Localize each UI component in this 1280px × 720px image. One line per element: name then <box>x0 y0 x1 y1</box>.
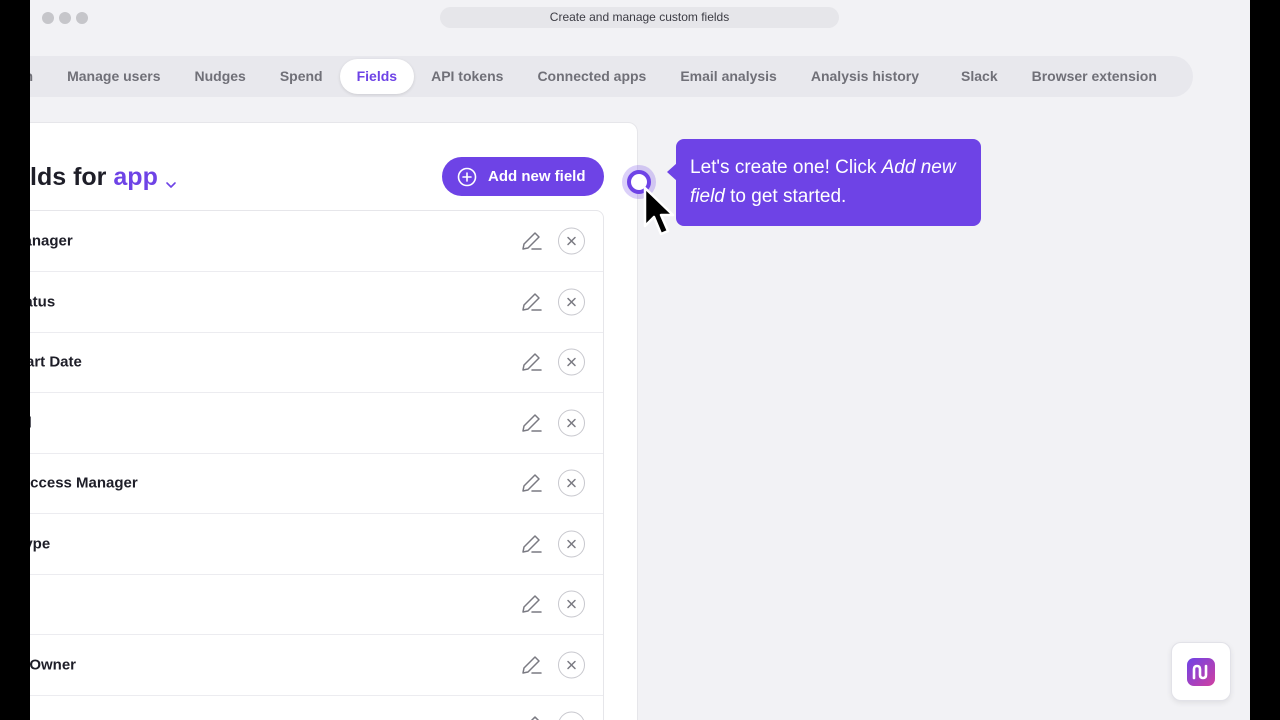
tab-analysis-history[interactable]: Analysis history <box>794 59 936 94</box>
field-name: nt Owner <box>30 656 77 673</box>
tab-email-analysis[interactable]: Email analysis <box>663 59 794 94</box>
address-bar[interactable]: Create and manage custom fields <box>440 7 839 28</box>
tab-browser-extension[interactable]: Browser extension <box>1015 59 1174 94</box>
pencil-icon[interactable] <box>519 471 543 495</box>
field-row: _type <box>30 514 603 575</box>
app-window: Create and manage custom fields on Manag… <box>30 0 1250 720</box>
tab-nudges[interactable]: Nudges <box>177 59 262 94</box>
field-row: nt <box>30 574 603 635</box>
close-icon[interactable] <box>558 469 585 497</box>
add-new-field-label: Add new field <box>488 168 586 185</box>
close-icon[interactable] <box>558 530 585 557</box>
page-title-prefix: lds for <box>30 162 107 191</box>
field-name: status <box>30 293 56 310</box>
close-icon[interactable] <box>558 288 585 315</box>
tooltip-text-1: Let's create one! Click <box>690 157 882 178</box>
pencil-icon[interactable] <box>519 653 543 677</box>
add-new-field-button[interactable]: Add new field <box>442 157 604 196</box>
pencil-icon[interactable] <box>519 532 543 556</box>
field-row: Success Manager <box>30 453 603 514</box>
help-launcher-button[interactable] <box>1171 642 1231 701</box>
field-name: Start Date <box>30 353 82 371</box>
entity-selector[interactable]: app <box>113 163 157 192</box>
zoom-window-dot[interactable] <box>76 12 88 24</box>
pencil-icon[interactable] <box>519 229 543 253</box>
pencil-icon[interactable] <box>519 290 543 314</box>
tab-truncated[interactable]: on <box>30 59 50 94</box>
onboarding-tooltip: Let's create one! Click Add new field to… <box>667 139 981 226</box>
tab-api-tokens[interactable]: API tokens <box>414 59 520 94</box>
field-name: Manager <box>30 232 73 250</box>
pencil-icon[interactable] <box>519 350 543 374</box>
close-icon[interactable] <box>558 711 585 720</box>
tab-manage-users[interactable]: Manage users <box>50 59 177 94</box>
close-icon[interactable] <box>558 651 585 678</box>
close-window-dot[interactable] <box>42 12 54 24</box>
field-row: nt Owner <box>30 635 603 696</box>
chevron-down-icon[interactable] <box>164 170 178 188</box>
fields-list: Manager status Start Date Url Success Manage… <box>30 210 604 720</box>
minimize-window-dot[interactable] <box>59 12 71 24</box>
field-row: status <box>30 272 603 333</box>
close-icon[interactable] <box>558 227 585 255</box>
title-bar: Create and manage custom fields <box>30 0 1250 36</box>
field-row: w <box>30 695 603 720</box>
tab-connected-apps[interactable]: Connected apps <box>520 59 663 94</box>
field-row: Start Date <box>30 332 603 393</box>
field-name: _type <box>30 535 51 552</box>
tooltip-text-3: to get started. <box>724 186 847 207</box>
tab-fields[interactable]: Fields <box>339 59 415 94</box>
tab-spend[interactable]: Spend <box>263 59 340 94</box>
field-name: Success Manager <box>30 474 138 492</box>
app-logo-icon <box>1187 657 1215 686</box>
close-icon[interactable] <box>558 348 585 376</box>
page-title: lds for app <box>30 160 178 194</box>
field-name: Url <box>30 414 32 431</box>
pencil-icon[interactable] <box>519 713 543 720</box>
settings-tab-bar: on Manage users Nudges Spend Fields API … <box>30 56 1193 97</box>
pencil-icon[interactable] <box>519 592 543 616</box>
mouse-pointer-icon <box>643 186 675 236</box>
pencil-icon[interactable] <box>519 411 543 435</box>
close-icon[interactable] <box>558 590 585 618</box>
field-row: Url <box>30 393 603 454</box>
close-icon[interactable] <box>558 409 585 436</box>
plus-circle-icon <box>457 167 477 186</box>
tab-slack[interactable]: Slack <box>944 59 1015 94</box>
field-row: Manager <box>30 211 603 272</box>
